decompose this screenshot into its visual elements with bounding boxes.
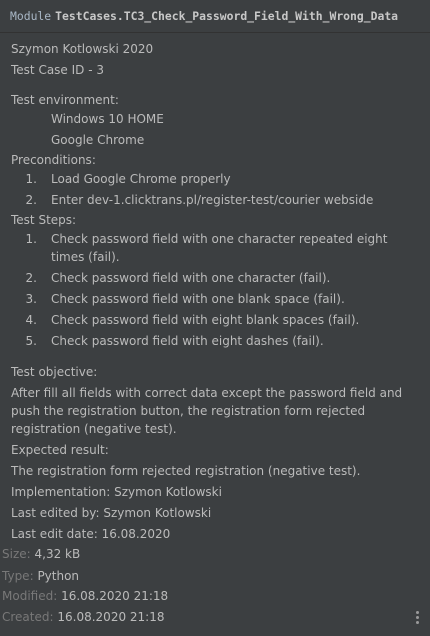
- preconditions-heading: Preconditions:: [11, 153, 96, 167]
- expected-heading: Expected result:: [11, 443, 109, 457]
- item-number: 1.: [25, 232, 37, 246]
- item-number: 2.: [25, 271, 37, 285]
- author-line: Szymon Kotlowski 2020: [11, 42, 154, 56]
- module-title: Module TestCases.TC3_Check_Password_Field…: [10, 9, 398, 23]
- size-row: Size: 4,32 kB: [2, 545, 80, 563]
- env-heading: Test environment:: [11, 93, 119, 107]
- item-text: Check password field with one blank spac…: [51, 292, 345, 306]
- modified-label: Modified:: [2, 589, 58, 603]
- steps-heading: Test Steps:: [11, 213, 77, 227]
- last-edited-by: Last edited by: Szymon Kotlowski: [11, 506, 212, 520]
- type-label: Type:: [2, 569, 34, 583]
- objective-text: After fill all fields with correct data …: [11, 386, 403, 400]
- objective-text: push the registration button, the regist…: [11, 404, 366, 418]
- expected-text: The registration form rejected registrat…: [11, 464, 361, 478]
- item-text: Check password field with eight dashes (…: [51, 334, 324, 348]
- item-text: Check password field with eight blank sp…: [51, 313, 360, 327]
- objective-text: registration (negative test).: [11, 422, 177, 436]
- created-label: Created:: [2, 610, 54, 624]
- size-label: Size:: [2, 547, 31, 561]
- last-edit-date: Last edit date: 16.08.2020: [11, 527, 171, 541]
- item-text: times (fail).: [51, 250, 120, 264]
- env-item: Google Chrome: [51, 133, 145, 147]
- test-case-id: Test Case ID - 3: [11, 63, 104, 77]
- item-number: 2.: [25, 193, 37, 207]
- implementation: Implementation: Szymon Kotlowski: [11, 485, 222, 499]
- env-item: Windows 10 HOME: [51, 112, 164, 126]
- item-text: Load Google Chrome properly: [51, 172, 231, 186]
- type-value: Python: [37, 569, 80, 583]
- type-row: Type: Python: [2, 567, 79, 585]
- more-vertical-icon[interactable]: [416, 611, 420, 625]
- item-text: Check password field with one character …: [51, 271, 331, 285]
- item-number: 5.: [25, 334, 37, 348]
- item-number: 1.: [25, 172, 37, 186]
- modified-row: Modified: 16.08.2020 21:18: [2, 587, 168, 605]
- size-value: 4,32 kB: [34, 547, 81, 561]
- modified-value: 16.08.2020 21:18: [61, 589, 169, 603]
- created-value: 16.08.2020 21:18: [57, 610, 165, 624]
- item-number: 4.: [25, 313, 37, 327]
- objective-heading: Test objective:: [11, 365, 98, 379]
- item-text: Enter dev-1.clicktrans.pl/register-test/…: [51, 193, 374, 207]
- module-keyword: Module: [10, 9, 52, 23]
- created-row: Created: 16.08.2020 21:18: [2, 608, 164, 626]
- item-text: Check password field with one character …: [51, 232, 388, 246]
- item-number: 3.: [25, 292, 37, 306]
- module-name: TestCases.TC3_Check_Password_Field_With_…: [55, 9, 399, 23]
- module-header: Module TestCases.TC3_Check_Password_Field…: [0, 0, 430, 33]
